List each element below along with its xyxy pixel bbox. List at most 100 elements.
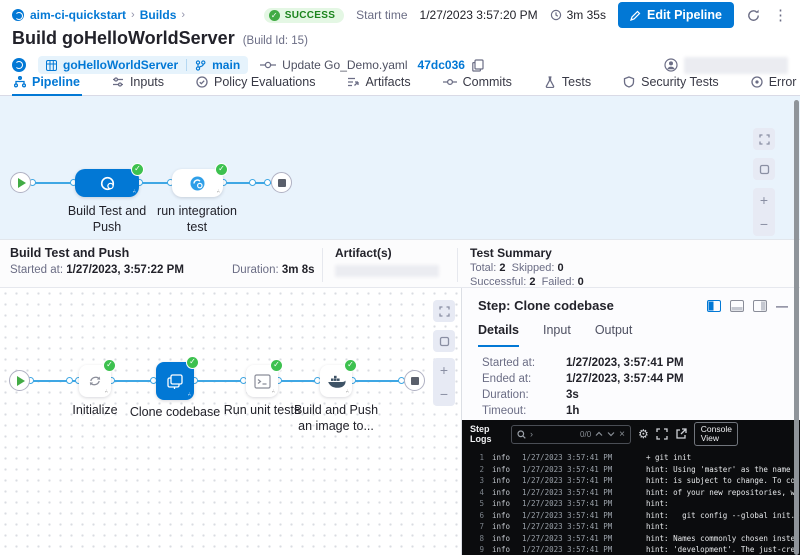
detail-value: 1h [566, 405, 579, 417]
commits-icon [443, 76, 457, 88]
redacted-artifact-link[interactable] [335, 265, 439, 277]
stop-icon [411, 377, 419, 385]
detail-label: Timeout: [482, 405, 546, 417]
success-check-icon: ✓ [186, 356, 199, 369]
artifacts-label: Artifact(s) [335, 246, 451, 260]
console-view-button[interactable]: Console View [694, 422, 738, 446]
conditional-icon: ⑃ [345, 389, 349, 395]
log-line: 4info1/27/2023 3:57:41 PMhint: of your n… [472, 487, 800, 499]
chevron-up-icon[interactable] [595, 431, 603, 437]
expand-logs-icon[interactable] [656, 428, 668, 440]
execution-region: ✓ ⑃ Initialize ✓ ⑃ Clone codebase ✓ ⑃ Ru… [0, 288, 800, 555]
log-search-input[interactable]: › 0/0 × [511, 425, 631, 444]
tab-error-tracking[interactable]: Error Tracking [749, 68, 800, 95]
ci-stage-icon [189, 175, 206, 192]
skipped-label: Skipped: [512, 262, 555, 274]
duration-label: Duration: [232, 264, 279, 276]
tab-details[interactable]: Details [478, 323, 519, 343]
log-settings-gear-icon[interactable]: ⚙ [638, 427, 649, 441]
detail-value: 1/27/2023, 3:57:41 PM [566, 357, 684, 369]
module-logo-icon [12, 9, 24, 21]
duration-value: 3m 8s [282, 264, 315, 276]
refresh-button[interactable] [746, 8, 761, 23]
dock-right-icon[interactable] [753, 300, 767, 312]
breadcrumb-builds[interactable]: Builds [140, 8, 177, 22]
expand-canvas-button[interactable] [433, 300, 455, 322]
log-lines[interactable]: 1info1/27/2023 3:57:41 PM+ git init 2inf… [462, 448, 800, 556]
stage-label[interactable]: Build Test and Push [62, 203, 152, 235]
refresh-icon [746, 8, 761, 23]
step-graph-canvas[interactable]: ✓ ⑃ Initialize ✓ ⑃ Clone codebase ✓ ⑃ Ru… [0, 288, 462, 555]
zoom-out-button[interactable]: − [440, 382, 448, 406]
failed-value: 0 [578, 276, 584, 288]
log-line: 8info1/27/2023 3:57:41 PMhint: Names com… [472, 533, 800, 545]
stop-icon [278, 179, 286, 187]
tab-inputs[interactable]: Inputs [110, 68, 166, 95]
tab-input[interactable]: Input [543, 323, 571, 343]
step-node-build-and-push[interactable]: ✓ ⑃ [320, 365, 352, 397]
status-badge: ✓ SUCCESS [264, 8, 344, 23]
successful-label: Successful: [470, 276, 526, 288]
search-match-count: 0/0 [580, 430, 591, 439]
stage-node-build-test-and-push[interactable]: ✓ ⑃ [75, 169, 139, 197]
tab-commits[interactable]: Commits [441, 68, 514, 95]
detail-value: 3s [566, 389, 579, 401]
artifacts-icon [347, 76, 359, 88]
steps-end-node [404, 370, 425, 391]
step-label[interactable]: Build and Push an image to... [290, 402, 382, 434]
dock-bottom-icon[interactable] [730, 300, 744, 312]
zoom-in-button[interactable]: + [440, 358, 448, 382]
fit-to-view-button[interactable] [433, 330, 455, 352]
stage-label[interactable]: run integration test [157, 203, 237, 235]
fullscreen-icon [439, 306, 450, 317]
play-icon [17, 376, 25, 386]
total-label: Total: [470, 262, 496, 274]
clear-search-icon[interactable]: × [619, 429, 625, 440]
zoom-in-button[interactable]: + [760, 188, 768, 212]
stage-info-name: Build Test and Push [10, 246, 232, 260]
detail-label: Ended at: [482, 373, 546, 385]
edit-pipeline-button[interactable]: Edit Pipeline [618, 2, 734, 28]
more-options-button[interactable]: ⋮ [773, 6, 788, 24]
log-line: 5info1/27/2023 3:57:41 PMhint: [472, 498, 800, 510]
tab-artifacts[interactable]: Artifacts [345, 68, 412, 95]
step-node-clone-codebase[interactable]: ✓ ⑃ [156, 362, 194, 400]
total-value: 2 [499, 262, 505, 274]
expand-canvas-button[interactable] [753, 128, 775, 150]
log-line: 3info1/27/2023 3:57:41 PMhint: is subjec… [472, 475, 800, 487]
chevron-down-icon[interactable] [607, 431, 615, 437]
search-icon [517, 430, 526, 439]
fit-to-view-button[interactable] [753, 158, 775, 180]
stage-node-run-integration-test[interactable]: ✓ ⑃ [172, 169, 223, 197]
log-line: 2info1/27/2023 3:57:41 PMhint: Using 'ma… [472, 464, 800, 476]
tab-tests[interactable]: Tests [542, 68, 593, 95]
minimize-icon[interactable]: — [776, 299, 788, 313]
tab-policy-evaluations[interactable]: Policy Evaluations [194, 68, 317, 95]
success-check-icon: ✓ [269, 10, 280, 21]
status-text: SUCCESS [285, 10, 335, 21]
fullscreen-icon [759, 134, 770, 145]
step-node-run-unit-tests[interactable]: ✓ ⑃ [246, 365, 278, 397]
successful-value: 2 [529, 276, 535, 288]
open-external-icon[interactable] [675, 428, 687, 440]
tab-pipeline[interactable]: Pipeline [12, 68, 82, 95]
zoom-out-button[interactable]: − [760, 212, 768, 236]
inputs-icon [112, 76, 124, 88]
zoom-controls: + − [433, 358, 455, 406]
conditional-icon: ⑃ [271, 389, 275, 395]
page-scrollbar[interactable] [794, 100, 799, 555]
tab-output[interactable]: Output [595, 323, 633, 343]
security-icon [623, 76, 635, 88]
stage-graph-canvas[interactable]: ✓ ⑃ Build Test and Push ✓ ⑃ run integrat… [0, 96, 800, 240]
dock-left-icon[interactable] [707, 300, 721, 312]
play-icon [18, 178, 26, 188]
page-header: aim-ci-quickstart › Builds › ✓ SUCCESS S… [0, 0, 800, 68]
detail-label: Started at: [482, 357, 546, 369]
step-label[interactable]: Clone codebase [125, 404, 225, 420]
tab-security-tests[interactable]: Security Tests [621, 68, 721, 95]
log-line: 1info1/27/2023 3:57:41 PM+ git init [472, 452, 800, 464]
step-details-list: Started at: 1/27/2023, 3:57:41 PM Ended a… [462, 343, 800, 417]
breadcrumb-project[interactable]: aim-ci-quickstart [30, 8, 126, 22]
breadcrumb-separator: › [181, 9, 185, 21]
step-node-initialize[interactable]: ✓ ⑃ [79, 365, 111, 397]
